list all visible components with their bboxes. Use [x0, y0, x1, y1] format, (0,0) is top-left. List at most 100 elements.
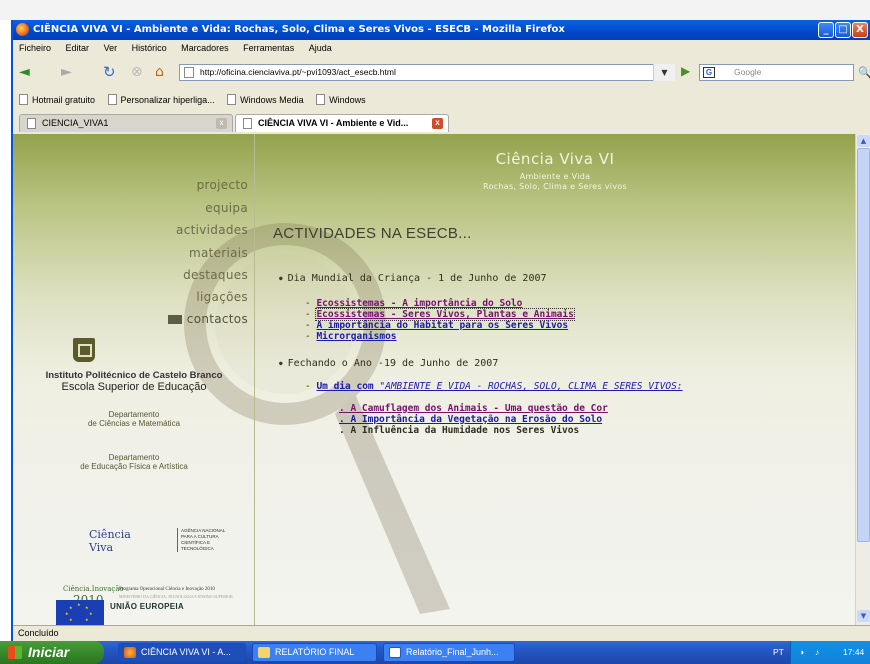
stop-icon[interactable]: ⊗ [131, 64, 143, 80]
link-importancia-habitat[interactable]: A importância do Habitat para os Seres V… [316, 320, 568, 331]
list-item: . A Camuflagem dos Animais - Uma questão… [339, 403, 608, 414]
menu-marcadores[interactable]: Marcadores [181, 43, 229, 53]
list-item: . A Importância da Vegetação na Erosão d… [339, 414, 602, 425]
url-input[interactable]: http://oficina.cienciaviva.pt/~pvi1093/a… [179, 64, 675, 81]
ciencia-inovacao-text: Ciência.Inovação [63, 585, 124, 593]
windows-taskbar: Iniciar CIÊNCIA VIVA VI - A... RELATÓRIO… [0, 641, 870, 664]
status-bar: Concluído [13, 625, 870, 641]
ipcb-logo [73, 338, 95, 362]
list-item: . A Influência da Humidade nos Seres Viv… [339, 425, 579, 436]
scrollbar-thumb[interactable] [857, 148, 870, 542]
menu-ferramentas[interactable]: Ferramentas [243, 43, 294, 53]
page-content: projecto equipa actividades materiais de… [13, 134, 855, 625]
scroll-up-icon[interactable]: ▲ [857, 135, 870, 147]
institution-line2: Escola Superior de Educação [61, 381, 207, 393]
language-indicator[interactable]: PT [773, 641, 784, 664]
vertical-scrollbar[interactable]: ▲ ▼ [855, 134, 870, 625]
url-text: http://oficina.cienciaviva.pt/~pvi1093/a… [200, 67, 396, 77]
section-heading-dia-crianca: Dia Mundial da Criança - 1 de Junho de 2… [279, 273, 547, 284]
reload-icon[interactable]: ↻ [103, 64, 116, 80]
eu-flag-icon: ★ ★ ★ ★ ★ ★ ★ [56, 600, 104, 625]
department-ciencias[interactable]: Departamento de Ciências e Matemática [13, 410, 255, 428]
forward-icon[interactable]: ► [61, 64, 72, 80]
bookmark-icon [316, 94, 326, 105]
site-subtitle-1: Ambiente e Vida [519, 172, 591, 181]
department-label: Departamento [108, 410, 160, 419]
eu-label: UNIÃO EUROPEIA [110, 602, 184, 611]
search-placeholder: Google [734, 67, 762, 77]
minimize-button[interactable]: _ [818, 22, 834, 38]
nav-materiais[interactable]: materiais [189, 246, 248, 260]
firefox-icon [124, 647, 136, 658]
screenshot: CIÊNCIA VIVA VI - Ambiente e Vida: Rocha… [0, 0, 870, 664]
main-content: Ciência Viva VI Ambiente e Vida Rochas, … [255, 134, 855, 625]
taskbar-label: CIÊNCIA VIVA VI - A... [141, 647, 231, 657]
department-label: de Educação Física e Artística [80, 462, 188, 471]
bookmark-item[interactable]: Personalizar hiperliga... [107, 91, 215, 109]
title-bar[interactable]: CIÊNCIA VIVA VI - Ambiente e Vida: Rocha… [13, 20, 870, 40]
nav-ligacoes[interactable]: ligações [196, 290, 248, 304]
link-um-dia-com[interactable]: Um dia com "AMBIENTE E VIDA - ROCHAS, SO… [316, 381, 682, 392]
nav-actividades[interactable]: actividades [176, 223, 248, 237]
nav-equipa[interactable]: equipa [205, 201, 248, 215]
link-italic: "AMBIENTE E VIDA - ROCHAS, SOLO, CLIMA E… [379, 381, 683, 392]
navigation-toolbar: ◄ ► ↻ ⊗ ⌂ http://oficina.cienciaviva.pt/… [13, 57, 870, 87]
taskbar-label: Relatório_Final_Junh... [406, 647, 499, 657]
link-microrganismos[interactable]: Microrganismos [316, 331, 396, 342]
search-icon[interactable]: 🔍 [858, 66, 870, 79]
start-button[interactable]: Iniciar [0, 641, 104, 664]
list-item: - A importância do Habitat para os Seres… [305, 320, 569, 331]
back-icon[interactable]: ◄ [19, 64, 30, 80]
bookmark-item[interactable]: Windows [316, 91, 366, 109]
tab-ciencia-viva-vi[interactable]: CIÊNCIA VIVA VI - Ambiente e Vid... x [235, 114, 449, 132]
firefox-window: CIÊNCIA VIVA VI - Ambiente e Vida: Rocha… [11, 20, 870, 664]
tab-ciencia-viva1[interactable]: CIENCIA_VIVA1 x [19, 114, 233, 132]
taskbar-button-word[interactable]: Relatório_Final_Junh... [383, 643, 515, 662]
search-input[interactable]: G Google [699, 64, 854, 81]
tab-close-icon[interactable]: x [216, 118, 227, 129]
clock: 17:44 [843, 647, 865, 657]
maximize-button[interactable]: □ [835, 22, 851, 38]
go-icon[interactable]: ▶ [681, 64, 690, 78]
taskbar-button-folder[interactable]: RELATÓRIO FINAL [252, 643, 377, 662]
bookmark-icon [19, 94, 28, 105]
taskbar-button-firefox[interactable]: CIÊNCIA VIVA VI - A... [118, 643, 246, 662]
home-icon[interactable]: ⌂ [155, 64, 164, 80]
agencia-text: AGÊNCIA NACIONAL PARA A CULTURA CIENTÍFI… [177, 528, 237, 552]
nav-contactos-label: contactos [186, 312, 248, 326]
page-title: ACTIVIDADES NA ESECB... [273, 225, 472, 242]
system-tray: PT ◑ ♪ 17:44 [773, 641, 870, 664]
menu-ajuda[interactable]: Ajuda [309, 43, 332, 53]
window-title: CIÊNCIA VIVA VI - Ambiente e Vida: Rocha… [33, 24, 565, 35]
department-educacao-fisica[interactable]: Departamento de Educação Física e Artíst… [13, 453, 255, 471]
nav-destaques[interactable]: destaques [183, 268, 248, 282]
institution-line1: Instituto Politécnico de Castelo Branco [45, 370, 223, 381]
bookmark-item[interactable]: Hotmail gratuito [19, 91, 95, 109]
link-camuflagem-animais[interactable]: . A Camuflagem dos Animais - Uma questão… [339, 403, 608, 414]
menu-ver[interactable]: Ver [104, 43, 118, 53]
list-item: - Um dia com "AMBIENTE E VIDA - ROCHAS, … [305, 381, 683, 392]
volume-icon[interactable]: ♪ [815, 641, 819, 664]
site-subtitle-2: Rochas, Solo, Clima e Seres vivos [482, 182, 628, 191]
url-dropdown-icon[interactable]: ▼ [653, 64, 675, 81]
menu-ficheiro[interactable]: Ficheiro [19, 43, 51, 53]
scroll-down-icon[interactable]: ▼ [857, 610, 870, 622]
network-icon[interactable]: ◑ [799, 641, 804, 664]
tab-close-icon[interactable]: x [432, 118, 443, 129]
bookmark-label: Hotmail gratuito [32, 95, 96, 105]
bookmark-label: Windows Media [240, 95, 304, 105]
bookmark-item[interactable]: Windows Media [227, 91, 304, 109]
link-importancia-vegetacao[interactable]: . A Importância da Vegetação na Erosão d… [339, 414, 602, 425]
desktop-background [0, 0, 870, 20]
link-ecossistemas-solo[interactable]: Ecossistemas - A importância do Solo [316, 298, 522, 309]
folder-icon [258, 647, 270, 658]
list-item: - Ecossistemas - A importância do Solo [305, 298, 523, 309]
nav-projecto[interactable]: projecto [197, 178, 248, 192]
search-engine-icon[interactable]: G [703, 67, 715, 78]
list-item: - Ecossistemas - Seres Vivos, Plantas e … [305, 308, 575, 321]
menu-editar[interactable]: Editar [66, 43, 90, 53]
link-ecossistemas-seres-vivos[interactable]: Ecossistemas - Seres Vivos, Plantas e An… [315, 308, 575, 321]
menu-historico[interactable]: Histórico [132, 43, 167, 53]
close-button[interactable]: X [852, 22, 868, 38]
nav-contactos[interactable]: contactos [167, 312, 248, 326]
